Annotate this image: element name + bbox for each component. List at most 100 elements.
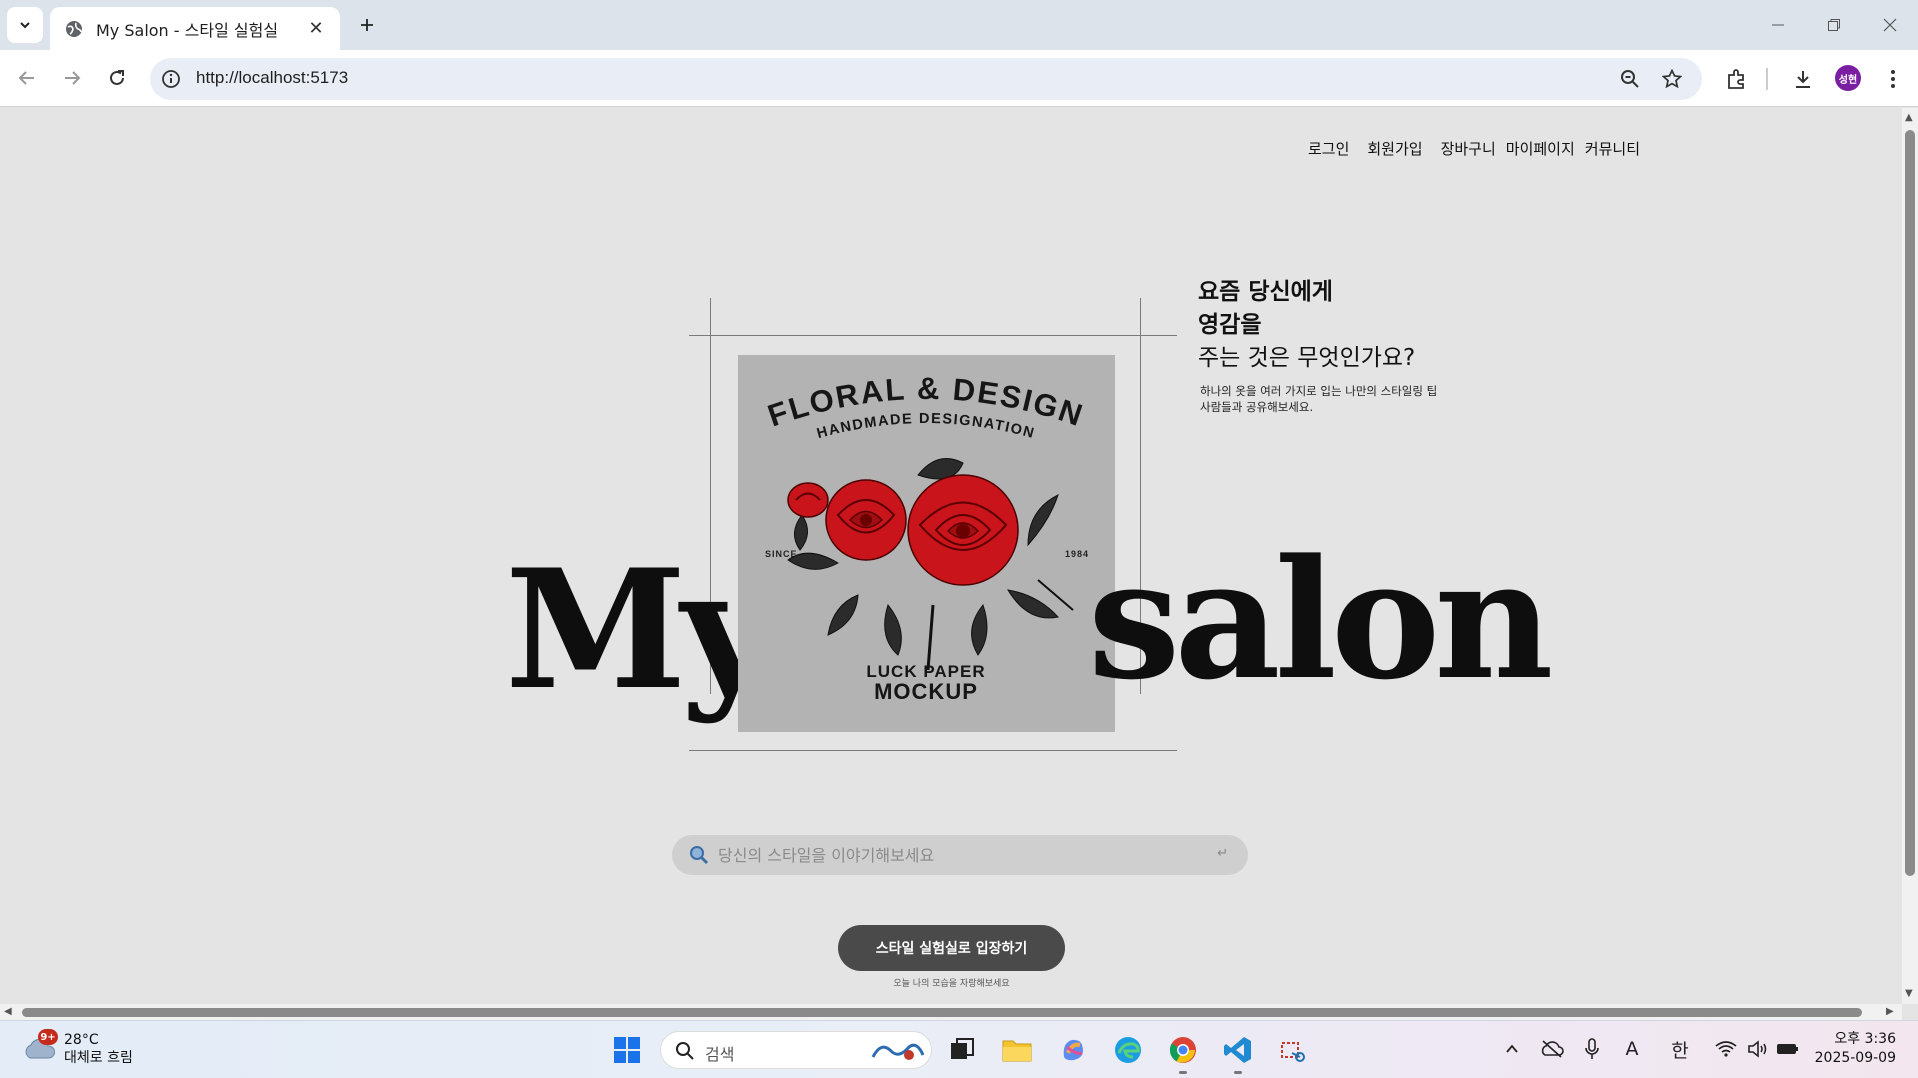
close-icon: [1883, 18, 1897, 32]
style-search-bar: ↵: [672, 835, 1248, 875]
close-tab-icon[interactable]: ✕: [306, 18, 326, 39]
toolbar-divider: [1766, 68, 1768, 90]
url-text: http://localhost:5173: [196, 68, 349, 87]
profile-avatar[interactable]: 성현: [1835, 65, 1861, 91]
onedrive-icon[interactable]: [1538, 1035, 1566, 1063]
nav-login[interactable]: 로그인: [1308, 138, 1349, 159]
frame-line-top: [689, 335, 1177, 336]
hero-word-salon: salon: [1088, 523, 1554, 716]
poster-footer-2: MOCKUP: [874, 679, 978, 704]
task-view-icon: [951, 1038, 974, 1059]
battery-icon[interactable]: [1774, 1035, 1802, 1063]
nav-community[interactable]: 커뮤니티: [1585, 138, 1640, 159]
hero-headline-line-2: 영감을: [1198, 312, 1262, 338]
address-bar[interactable]: http://localhost:5173: [150, 58, 1702, 100]
folder-icon: [1002, 1040, 1032, 1062]
hero-subtext: 하나의 옷을 여러 가지로 입는 나만의 스타일링 팁 사람들과 공유해보세요.: [1198, 383, 1498, 415]
poster-year: 1984: [1065, 549, 1089, 559]
snipping-tool-button[interactable]: [1276, 1033, 1310, 1067]
vscode-running-indicator: [1234, 1071, 1242, 1074]
wifi-icon[interactable]: [1712, 1035, 1740, 1063]
weather-desc: 대체로 흐림: [64, 1050, 133, 1066]
chevron-down-icon: [20, 22, 30, 29]
arrow-left-icon: [18, 71, 34, 85]
page-viewport: 로그인 회원가입 장바구니 마이페이지 커뮤니티 My FLORAL & DES…: [0, 108, 1902, 1004]
bookmark-star-icon[interactable]: [1660, 67, 1684, 91]
nav-signup[interactable]: 회원가입: [1367, 138, 1422, 159]
search-highlight-icon: [871, 1043, 925, 1060]
enter-lab-button[interactable]: 스타일 실험실로 입장하기: [838, 925, 1065, 971]
poster-artwork: FLORAL & DESIGN HANDMADE DESIGNATION SIN…: [763, 371, 1089, 704]
weather-badge: 9+: [38, 1029, 58, 1045]
browser-toolbar: http://localhost:5173 성현: [0, 50, 1918, 107]
reload-icon: [110, 70, 124, 85]
forward-button[interactable]: [56, 62, 88, 94]
tab-title: My Salon - 스타일 실험실: [96, 20, 279, 40]
close-window-button[interactable]: [1862, 0, 1918, 50]
enter-key-icon[interactable]: ↵: [1217, 846, 1228, 861]
hero-subtext-line-2: 사람들과 공유해보세요.: [1200, 400, 1314, 414]
chrome-icon: [1169, 1037, 1196, 1063]
file-explorer-button[interactable]: [1000, 1033, 1034, 1067]
zoom-icon[interactable]: [1618, 67, 1642, 91]
style-search-input[interactable]: [718, 840, 1198, 870]
ime-language-indicator[interactable]: 한: [1666, 1035, 1694, 1063]
restore-button[interactable]: [1806, 0, 1862, 50]
minimize-button[interactable]: [1750, 0, 1806, 50]
frame-line-bottom: [689, 750, 1177, 751]
weather-temp: 28°C: [64, 1032, 99, 1048]
search-icon: [690, 846, 709, 865]
vscode-button[interactable]: [1221, 1033, 1255, 1067]
search-icon: [676, 1042, 694, 1060]
start-button[interactable]: [610, 1033, 644, 1067]
taskbar-search[interactable]: 검색: [660, 1031, 932, 1069]
tray-overflow-icon[interactable]: [1498, 1035, 1526, 1063]
horizontal-scroll-thumb[interactable]: [22, 1008, 1862, 1017]
windows-taskbar: 28°C 대체로 흐림 9+ 검색 A 한 오후 3:36 2025-09-09: [0, 1020, 1918, 1078]
arrow-right-icon: [65, 71, 81, 85]
info-icon[interactable]: [160, 68, 182, 90]
taskbar-clock[interactable]: 오후 3:36 2025-09-09: [1815, 1030, 1896, 1068]
hero-copy: 요즘 당신에게 영감을 주는 것은 무엇인가요? 하나의 옷을 여러 가지로 입…: [1198, 276, 1498, 415]
hero-word-my: My: [505, 533, 776, 726]
scroll-down-arrow-icon[interactable]: ▼: [1905, 988, 1913, 999]
chrome-button[interactable]: [1166, 1033, 1200, 1067]
menu-kebab-icon[interactable]: [1880, 66, 1906, 92]
hero-headline-line-1: 요즘 당신에게: [1198, 279, 1333, 305]
restore-icon: [1828, 19, 1840, 31]
minimize-icon: [1772, 24, 1784, 26]
snipping-tool-icon: [1281, 1042, 1305, 1062]
volume-icon[interactable]: [1744, 1035, 1772, 1063]
task-view-button[interactable]: [945, 1033, 979, 1067]
download-icon[interactable]: [1790, 66, 1816, 92]
edge-button[interactable]: [1111, 1033, 1145, 1067]
scroll-left-arrow-icon[interactable]: ◀: [4, 1006, 12, 1017]
microphone-icon[interactable]: [1578, 1035, 1606, 1063]
reload-button[interactable]: [101, 62, 133, 94]
poster-image: FLORAL & DESIGN HANDMADE DESIGNATION SIN…: [738, 355, 1115, 732]
clock-date: 2025-09-09: [1814, 1050, 1896, 1066]
scroll-right-arrow-icon[interactable]: ▶: [1886, 1006, 1894, 1017]
chrome-running-indicator: [1179, 1071, 1187, 1074]
tab-search-button[interactable]: [7, 7, 43, 43]
extensions-icon[interactable]: [1724, 66, 1750, 92]
back-button[interactable]: [11, 62, 43, 94]
top-navigation: 로그인 회원가입 장바구니 마이페이지 커뮤니티: [1290, 138, 1640, 159]
vertical-scroll-thumb[interactable]: [1905, 130, 1915, 876]
browser-tab[interactable]: My Salon - 스타일 실험실 ✕: [50, 7, 340, 50]
vscode-icon: [1224, 1037, 1251, 1063]
new-tab-button[interactable]: [352, 10, 382, 40]
enter-lab-caption: 오늘 나의 모습을 자랑해보세요: [893, 979, 1010, 989]
horizontal-scrollbar[interactable]: ◀ ▶: [0, 1004, 1902, 1020]
copilot-button[interactable]: [1056, 1033, 1090, 1067]
ime-mode-a[interactable]: A: [1618, 1035, 1646, 1063]
vertical-scrollbar[interactable]: ▲ ▼: [1902, 108, 1918, 1004]
clock-time: 오후 3:36: [1834, 1031, 1896, 1047]
hero-headline-line-3: 주는 것은 무엇인가요?: [1198, 345, 1416, 371]
plus-icon: [361, 19, 373, 31]
nav-cart[interactable]: 장바구니: [1441, 138, 1496, 159]
nav-mypage[interactable]: 마이페이지: [1506, 138, 1575, 159]
scroll-up-arrow-icon[interactable]: ▲: [1905, 112, 1913, 123]
hero-subtext-line-1: 하나의 옷을 여러 가지로 입는 나만의 스타일링 팁: [1200, 384, 1438, 398]
globe-icon: [66, 20, 82, 37]
